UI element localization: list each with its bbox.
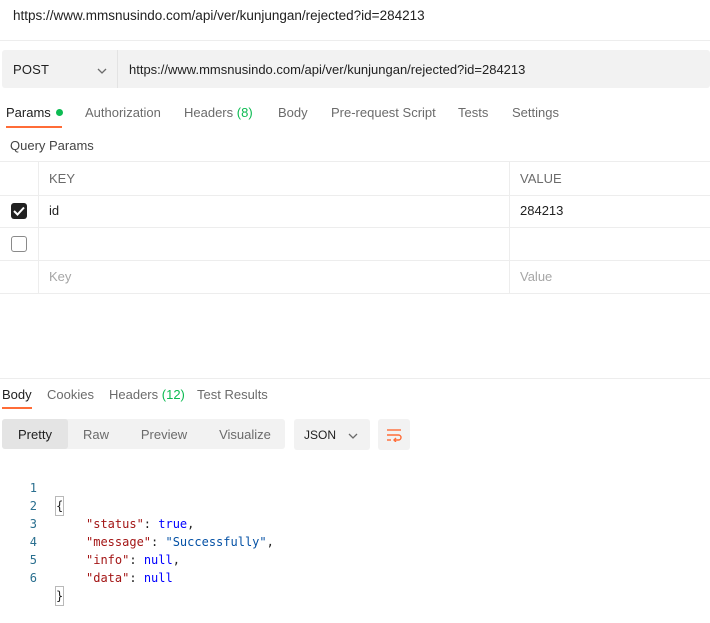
tab-body[interactable]: Body [278,105,308,120]
json-trail: , [172,553,180,567]
tab-params-underline [6,126,62,128]
response-tab-body-label: Body [2,387,32,402]
query-params-title: Query Params [10,138,94,153]
row-checkbox-cell [0,194,39,227]
tab-tests-label: Tests [458,105,489,120]
view-raw-button[interactable]: Raw [68,419,124,449]
row-checkbox[interactable] [11,235,27,252]
json-key: "info" [86,553,130,567]
response-tab-body-underline [2,407,32,409]
response-tab-cookies[interactable]: Cookies [47,387,94,402]
json-key: "status" [86,517,144,531]
view-visualize-button[interactable]: Visualize [206,419,284,449]
checkmark-icon [13,206,25,216]
code-line: 2 "status": true, [0,479,195,531]
chevron-down-icon [97,62,107,77]
response-tab-headers-label: Headers [109,387,159,402]
tab-headers-label: Headers [184,105,234,120]
format-select[interactable]: JSON [294,419,370,450]
json-value: true [158,517,188,531]
param-key[interactable] [39,227,510,260]
code-line: 3 "message": "Successfully", [0,497,274,549]
tab-params[interactable]: Params [6,105,63,120]
row-checkbox-cell [0,260,39,293]
chevron-down-icon [348,428,358,442]
tab-tests[interactable]: Tests [458,105,488,120]
tab-headers-count: (8) [236,105,253,120]
response-tab-test-results-label: Test Results [197,387,268,402]
response-tab-test-results[interactable]: Test Results [197,387,268,402]
code-line: 1 { [0,461,65,516]
param-key[interactable]: id [39,194,510,227]
url-input[interactable] [118,50,710,88]
value-column-header: VALUE [520,171,562,186]
view-preview-button[interactable]: Preview [126,419,202,449]
tab-pre-request-script[interactable]: Pre-request Script [331,105,436,120]
json-trail: , [187,517,195,531]
response-tab-body[interactable]: Body [2,387,32,402]
line-number: 6 [29,571,37,585]
json-trail: , [266,535,274,549]
key-column-header: KEY [39,162,510,195]
tab-settings-label: Settings [512,105,559,120]
json-key: "data" [86,571,130,585]
tab-settings[interactable]: Settings [512,105,559,120]
tab-authorization-label: Authorization [85,105,161,120]
response-tab-headers-count: (12) [161,387,185,402]
code-open-brace: { [54,496,65,516]
format-label: JSON [304,427,337,442]
json-value: "Successfully" [165,535,267,549]
tab-body-label: Body [278,105,308,120]
text-wrap-icon [387,428,402,442]
row-checkbox[interactable] [11,202,27,219]
value-placeholder[interactable]: Value [510,260,710,293]
json-value: null [143,571,173,585]
method-label: POST [13,61,50,77]
params-active-dot [55,109,63,116]
table-row: id 284213 [0,194,710,228]
table-header-row: KEY VALUE [0,161,710,196]
param-value[interactable] [510,227,710,260]
table-row [0,227,710,261]
tab-headers[interactable]: Headers (8) [184,105,253,120]
view-pretty-button[interactable]: Pretty [2,419,68,449]
window-title-url: https://www.mmsnusindo.com/api/ver/kunju… [13,8,425,23]
row-checkbox-cell [0,227,39,260]
header-check-cell [0,162,39,195]
title-divider [0,40,710,41]
wrap-lines-button[interactable] [378,419,410,450]
response-divider [0,378,710,379]
table-row-new: Key Value [0,260,710,294]
response-tab-headers[interactable]: Headers (12) [109,387,185,402]
param-value[interactable]: 284213 [510,194,710,227]
tab-pre-request-script-label: Pre-request Script [331,105,436,120]
json-value: null [143,553,173,567]
tab-authorization[interactable]: Authorization [85,105,161,120]
tab-params-label: Params [6,105,51,120]
code-close-brace: } [54,586,65,606]
response-tab-cookies-label: Cookies [47,387,94,402]
code-line: 5 "data": null [0,533,173,585]
json-key: "message" [86,535,152,549]
code-line: 4 "info": null, [0,515,180,567]
method-select[interactable]: POST [2,50,117,88]
code-line: 6 } [0,551,65,606]
key-placeholder[interactable]: Key [39,260,510,293]
